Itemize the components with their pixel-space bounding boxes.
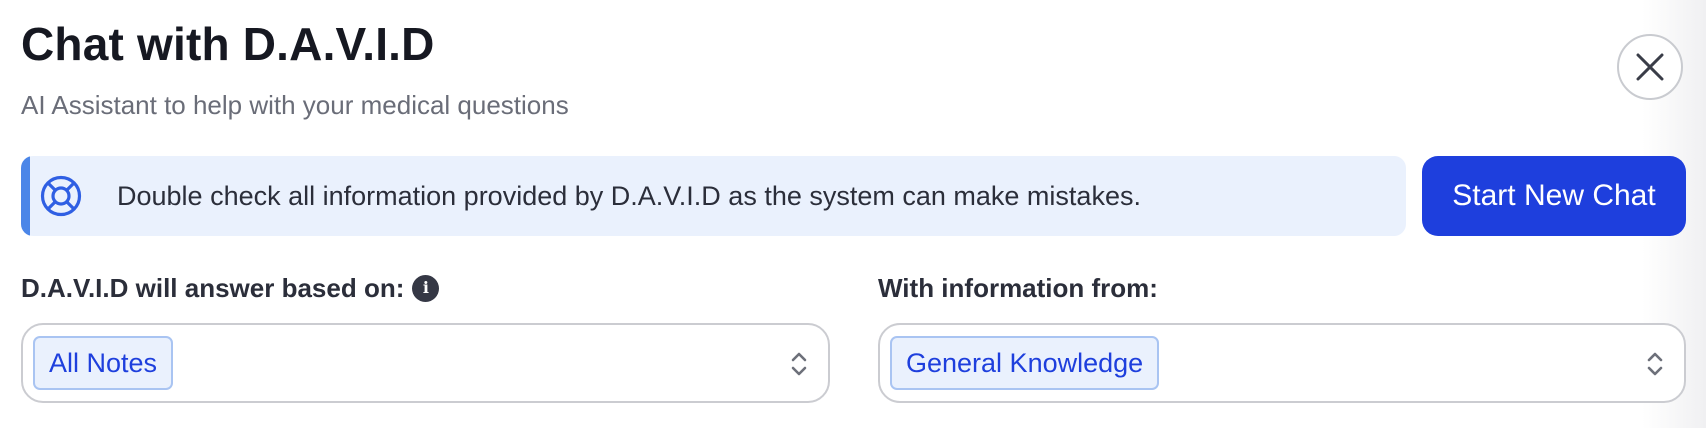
close-button[interactable] [1617, 34, 1683, 100]
chat-header: Chat with D.A.V.I.D AI Assistant to help… [21, 14, 569, 122]
page-title: Chat with D.A.V.I.D [21, 18, 435, 70]
close-icon [1636, 53, 1664, 81]
selected-chip-all-notes[interactable]: All Notes [33, 336, 174, 390]
answer-based-on-label: D.A.V.I.D will answer based on: i [21, 268, 440, 308]
info-icon[interactable]: i [412, 274, 440, 302]
selected-chip-general-knowledge[interactable]: General Knowledge [890, 336, 1160, 390]
information-source-select[interactable]: General Knowledge [878, 323, 1686, 403]
chevron-up-down-icon [791, 352, 807, 376]
start-new-chat-button[interactable]: Start New Chat [1422, 156, 1686, 236]
answer-source-select[interactable]: All Notes [21, 323, 830, 403]
banner-accent-bar [21, 156, 30, 236]
page-subtitle: AI Assistant to help with your medical q… [21, 90, 569, 120]
information-from-label-text: With information from: [878, 273, 1158, 303]
lifebuoy-icon [38, 173, 84, 219]
information-from-label: With information from: [878, 268, 1158, 308]
warning-banner: Double check all information provided by… [21, 156, 1406, 236]
chevron-up-down-icon [1647, 352, 1663, 376]
banner-message: Double check all information provided by… [117, 181, 1141, 211]
answer-based-on-label-text: D.A.V.I.D will answer based on: [21, 273, 405, 303]
